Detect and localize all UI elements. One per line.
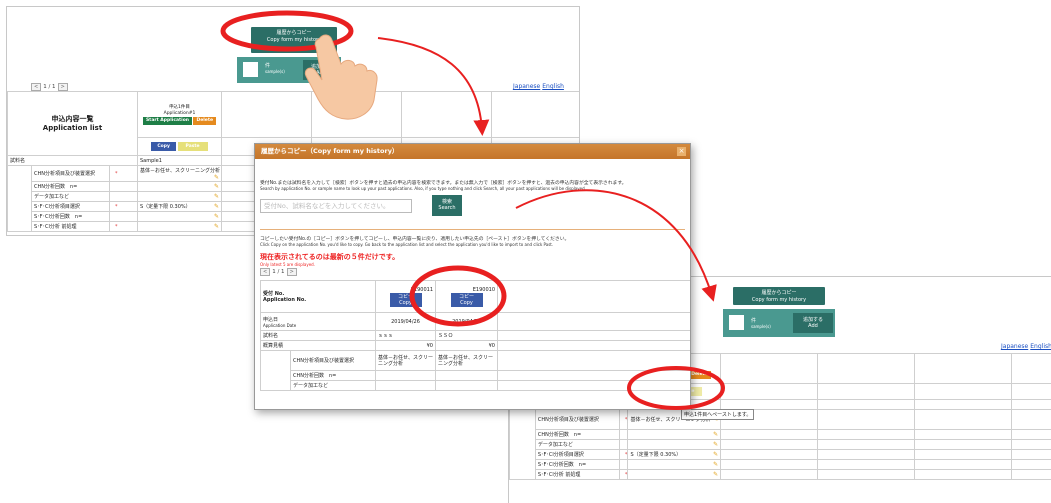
arrow-to-dialog (377, 37, 490, 136)
highlight-oval-copy (409, 265, 507, 327)
hand-pointer-icon (304, 34, 378, 120)
highlight-oval-paste (627, 366, 725, 410)
arrow-to-paste (515, 189, 717, 302)
annotation-overlay (220, 10, 725, 410)
